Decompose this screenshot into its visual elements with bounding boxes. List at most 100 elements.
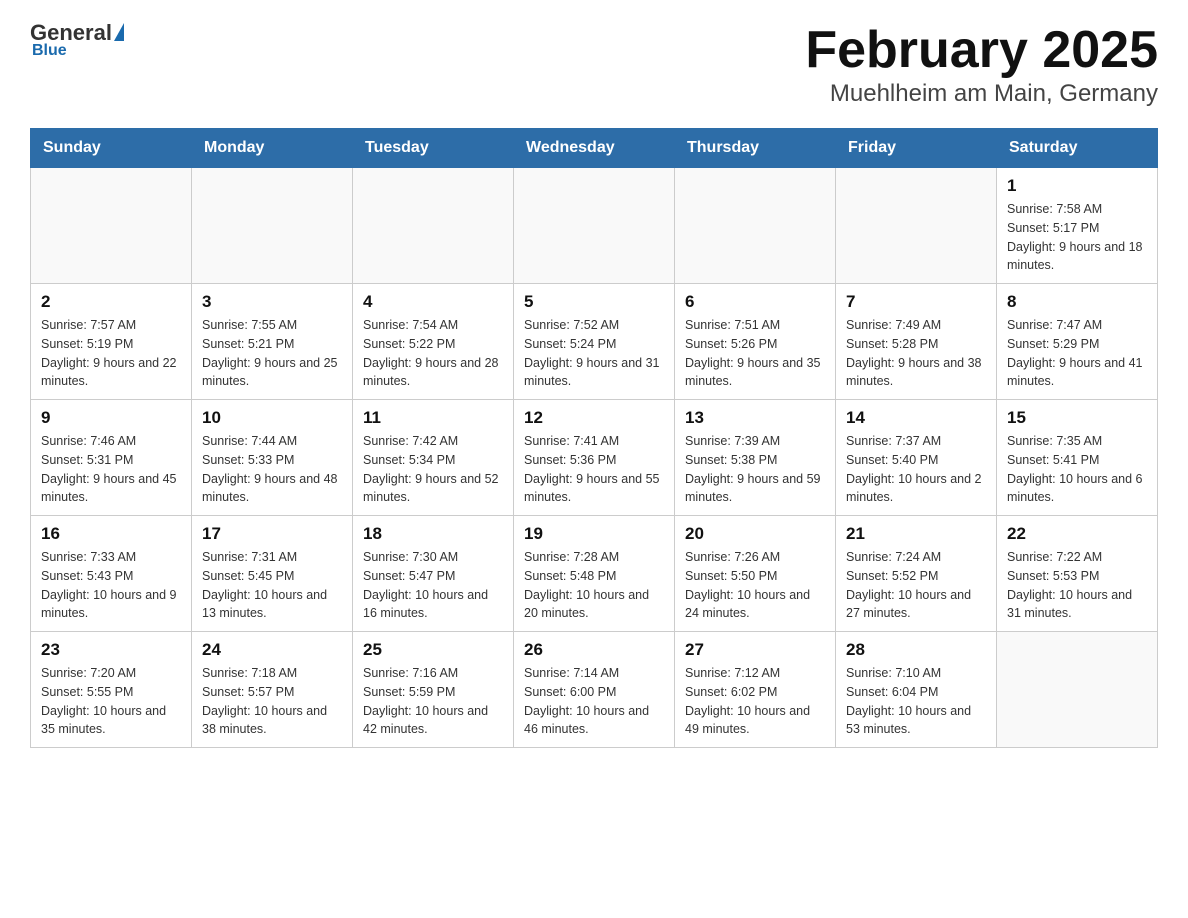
table-row: 28 Sunrise: 7:10 AM Sunset: 6:04 PM Dayli… [836, 632, 997, 748]
day-info: Sunrise: 7:51 AM Sunset: 5:26 PM Dayligh… [685, 316, 825, 391]
table-row: 19 Sunrise: 7:28 AM Sunset: 5:48 PM Dayli… [514, 516, 675, 632]
day-number: 21 [846, 524, 986, 544]
header-monday: Monday [192, 129, 353, 168]
calendar-week-row: 9Sunrise: 7:46 AM Sunset: 5:31 PM Daylig… [31, 400, 1158, 516]
day-info: Sunrise: 7:39 AM Sunset: 5:38 PM Dayligh… [685, 432, 825, 507]
table-row [192, 168, 353, 284]
day-info: Sunrise: 7:26 AM Sunset: 5:50 PM Dayligh… [685, 548, 825, 623]
day-number: 24 [202, 640, 342, 660]
table-row: 6 Sunrise: 7:51 AM Sunset: 5:26 PM Daylig… [675, 284, 836, 400]
day-info: Sunrise: 7:44 AM Sunset: 5:33 PM Dayligh… [202, 432, 342, 507]
table-row [514, 168, 675, 284]
day-number: 17 [202, 524, 342, 544]
day-info: Sunrise: 7:12 AM Sunset: 6:02 PM Dayligh… [685, 664, 825, 739]
day-number: 22 [1007, 524, 1147, 544]
day-number: 2 [41, 292, 181, 312]
day-info: Sunrise: 7:16 AM Sunset: 5:59 PM Dayligh… [363, 664, 503, 739]
table-row: 25 Sunrise: 7:16 AM Sunset: 5:59 PM Dayli… [353, 632, 514, 748]
table-row: 3Sunrise: 7:55 AM Sunset: 5:21 PM Daylig… [192, 284, 353, 400]
page-header: General Blue February 2025 Muehlheim am … [30, 20, 1158, 108]
table-row: 14 Sunrise: 7:37 AM Sunset: 5:40 PM Dayli… [836, 400, 997, 516]
table-row: 21 Sunrise: 7:24 AM Sunset: 5:52 PM Dayli… [836, 516, 997, 632]
day-info: Sunrise: 7:14 AM Sunset: 6:00 PM Dayligh… [524, 664, 664, 739]
day-number: 23 [41, 640, 181, 660]
day-info: Sunrise: 7:35 AM Sunset: 5:41 PM Dayligh… [1007, 432, 1147, 507]
day-number: 15 [1007, 408, 1147, 428]
day-number: 6 [685, 292, 825, 312]
header-friday: Friday [836, 129, 997, 168]
table-row [353, 168, 514, 284]
day-info: Sunrise: 7:31 AM Sunset: 5:45 PM Dayligh… [202, 548, 342, 623]
day-number: 10 [202, 408, 342, 428]
day-number: 13 [685, 408, 825, 428]
title-block: February 2025 Muehlheim am Main, Germany [805, 20, 1158, 108]
table-row: 1 Sunrise: 7:58 AM Sunset: 5:17 PM Daylig… [997, 168, 1158, 284]
day-number: 4 [363, 292, 503, 312]
table-row: 2 Sunrise: 7:57 AM Sunset: 5:19 PM Daylig… [31, 284, 192, 400]
day-info: Sunrise: 7:22 AM Sunset: 5:53 PM Dayligh… [1007, 548, 1147, 623]
day-number: 8 [1007, 292, 1147, 312]
calendar-week-row: 2 Sunrise: 7:57 AM Sunset: 5:19 PM Daylig… [31, 284, 1158, 400]
day-info: Sunrise: 7:49 AM Sunset: 5:28 PM Dayligh… [846, 316, 986, 391]
day-number: 27 [685, 640, 825, 660]
day-info: Sunrise: 7:20 AM Sunset: 5:55 PM Dayligh… [41, 664, 181, 739]
calendar-table: Sunday Monday Tuesday Wednesday Thursday… [30, 128, 1158, 748]
day-number: 11 [363, 408, 503, 428]
day-number: 14 [846, 408, 986, 428]
table-row: 4 Sunrise: 7:54 AM Sunset: 5:22 PM Daylig… [353, 284, 514, 400]
table-row: 24 Sunrise: 7:18 AM Sunset: 5:57 PM Dayli… [192, 632, 353, 748]
calendar-week-row: 16 Sunrise: 7:33 AM Sunset: 5:43 PM Dayli… [31, 516, 1158, 632]
day-info: Sunrise: 7:10 AM Sunset: 6:04 PM Dayligh… [846, 664, 986, 739]
table-row: 5 Sunrise: 7:52 AM Sunset: 5:24 PM Daylig… [514, 284, 675, 400]
day-number: 9 [41, 408, 181, 428]
table-row: 15 Sunrise: 7:35 AM Sunset: 5:41 PM Dayli… [997, 400, 1158, 516]
logo-triangle-icon [114, 23, 124, 41]
day-info: Sunrise: 7:37 AM Sunset: 5:40 PM Dayligh… [846, 432, 986, 507]
day-number: 20 [685, 524, 825, 544]
day-number: 12 [524, 408, 664, 428]
table-row: 7Sunrise: 7:49 AM Sunset: 5:28 PM Daylig… [836, 284, 997, 400]
table-row: 22 Sunrise: 7:22 AM Sunset: 5:53 PM Dayli… [997, 516, 1158, 632]
table-row: 12Sunrise: 7:41 AM Sunset: 5:36 PM Dayli… [514, 400, 675, 516]
day-number: 5 [524, 292, 664, 312]
table-row: 26 Sunrise: 7:14 AM Sunset: 6:00 PM Dayli… [514, 632, 675, 748]
logo: General Blue [30, 20, 124, 60]
weekday-header-row: Sunday Monday Tuesday Wednesday Thursday… [31, 129, 1158, 168]
table-row: 10 Sunrise: 7:44 AM Sunset: 5:33 PM Dayli… [192, 400, 353, 516]
table-row: 11Sunrise: 7:42 AM Sunset: 5:34 PM Dayli… [353, 400, 514, 516]
day-info: Sunrise: 7:18 AM Sunset: 5:57 PM Dayligh… [202, 664, 342, 739]
table-row: 8Sunrise: 7:47 AM Sunset: 5:29 PM Daylig… [997, 284, 1158, 400]
table-row [31, 168, 192, 284]
day-info: Sunrise: 7:57 AM Sunset: 5:19 PM Dayligh… [41, 316, 181, 391]
table-row [675, 168, 836, 284]
header-sunday: Sunday [31, 129, 192, 168]
day-number: 16 [41, 524, 181, 544]
header-tuesday: Tuesday [353, 129, 514, 168]
day-number: 19 [524, 524, 664, 544]
header-thursday: Thursday [675, 129, 836, 168]
day-number: 28 [846, 640, 986, 660]
day-info: Sunrise: 7:52 AM Sunset: 5:24 PM Dayligh… [524, 316, 664, 391]
day-info: Sunrise: 7:30 AM Sunset: 5:47 PM Dayligh… [363, 548, 503, 623]
logo-blue-text: Blue [32, 42, 67, 60]
table-row: 9Sunrise: 7:46 AM Sunset: 5:31 PM Daylig… [31, 400, 192, 516]
table-row [997, 632, 1158, 748]
day-info: Sunrise: 7:28 AM Sunset: 5:48 PM Dayligh… [524, 548, 664, 623]
table-row: 18Sunrise: 7:30 AM Sunset: 5:47 PM Dayli… [353, 516, 514, 632]
table-row: 20 Sunrise: 7:26 AM Sunset: 5:50 PM Dayli… [675, 516, 836, 632]
table-row: 13 Sunrise: 7:39 AM Sunset: 5:38 PM Dayli… [675, 400, 836, 516]
day-info: Sunrise: 7:54 AM Sunset: 5:22 PM Dayligh… [363, 316, 503, 391]
calendar-week-row: 1 Sunrise: 7:58 AM Sunset: 5:17 PM Daylig… [31, 168, 1158, 284]
calendar-subtitle: Muehlheim am Main, Germany [805, 80, 1158, 108]
day-info: Sunrise: 7:24 AM Sunset: 5:52 PM Dayligh… [846, 548, 986, 623]
day-info: Sunrise: 7:58 AM Sunset: 5:17 PM Dayligh… [1007, 200, 1147, 275]
table-row: 23 Sunrise: 7:20 AM Sunset: 5:55 PM Dayli… [31, 632, 192, 748]
table-row: 16 Sunrise: 7:33 AM Sunset: 5:43 PM Dayli… [31, 516, 192, 632]
day-number: 26 [524, 640, 664, 660]
day-info: Sunrise: 7:33 AM Sunset: 5:43 PM Dayligh… [41, 548, 181, 623]
day-number: 25 [363, 640, 503, 660]
header-wednesday: Wednesday [514, 129, 675, 168]
day-number: 1 [1007, 176, 1147, 196]
calendar-week-row: 23 Sunrise: 7:20 AM Sunset: 5:55 PM Dayli… [31, 632, 1158, 748]
day-info: Sunrise: 7:55 AM Sunset: 5:21 PM Dayligh… [202, 316, 342, 391]
